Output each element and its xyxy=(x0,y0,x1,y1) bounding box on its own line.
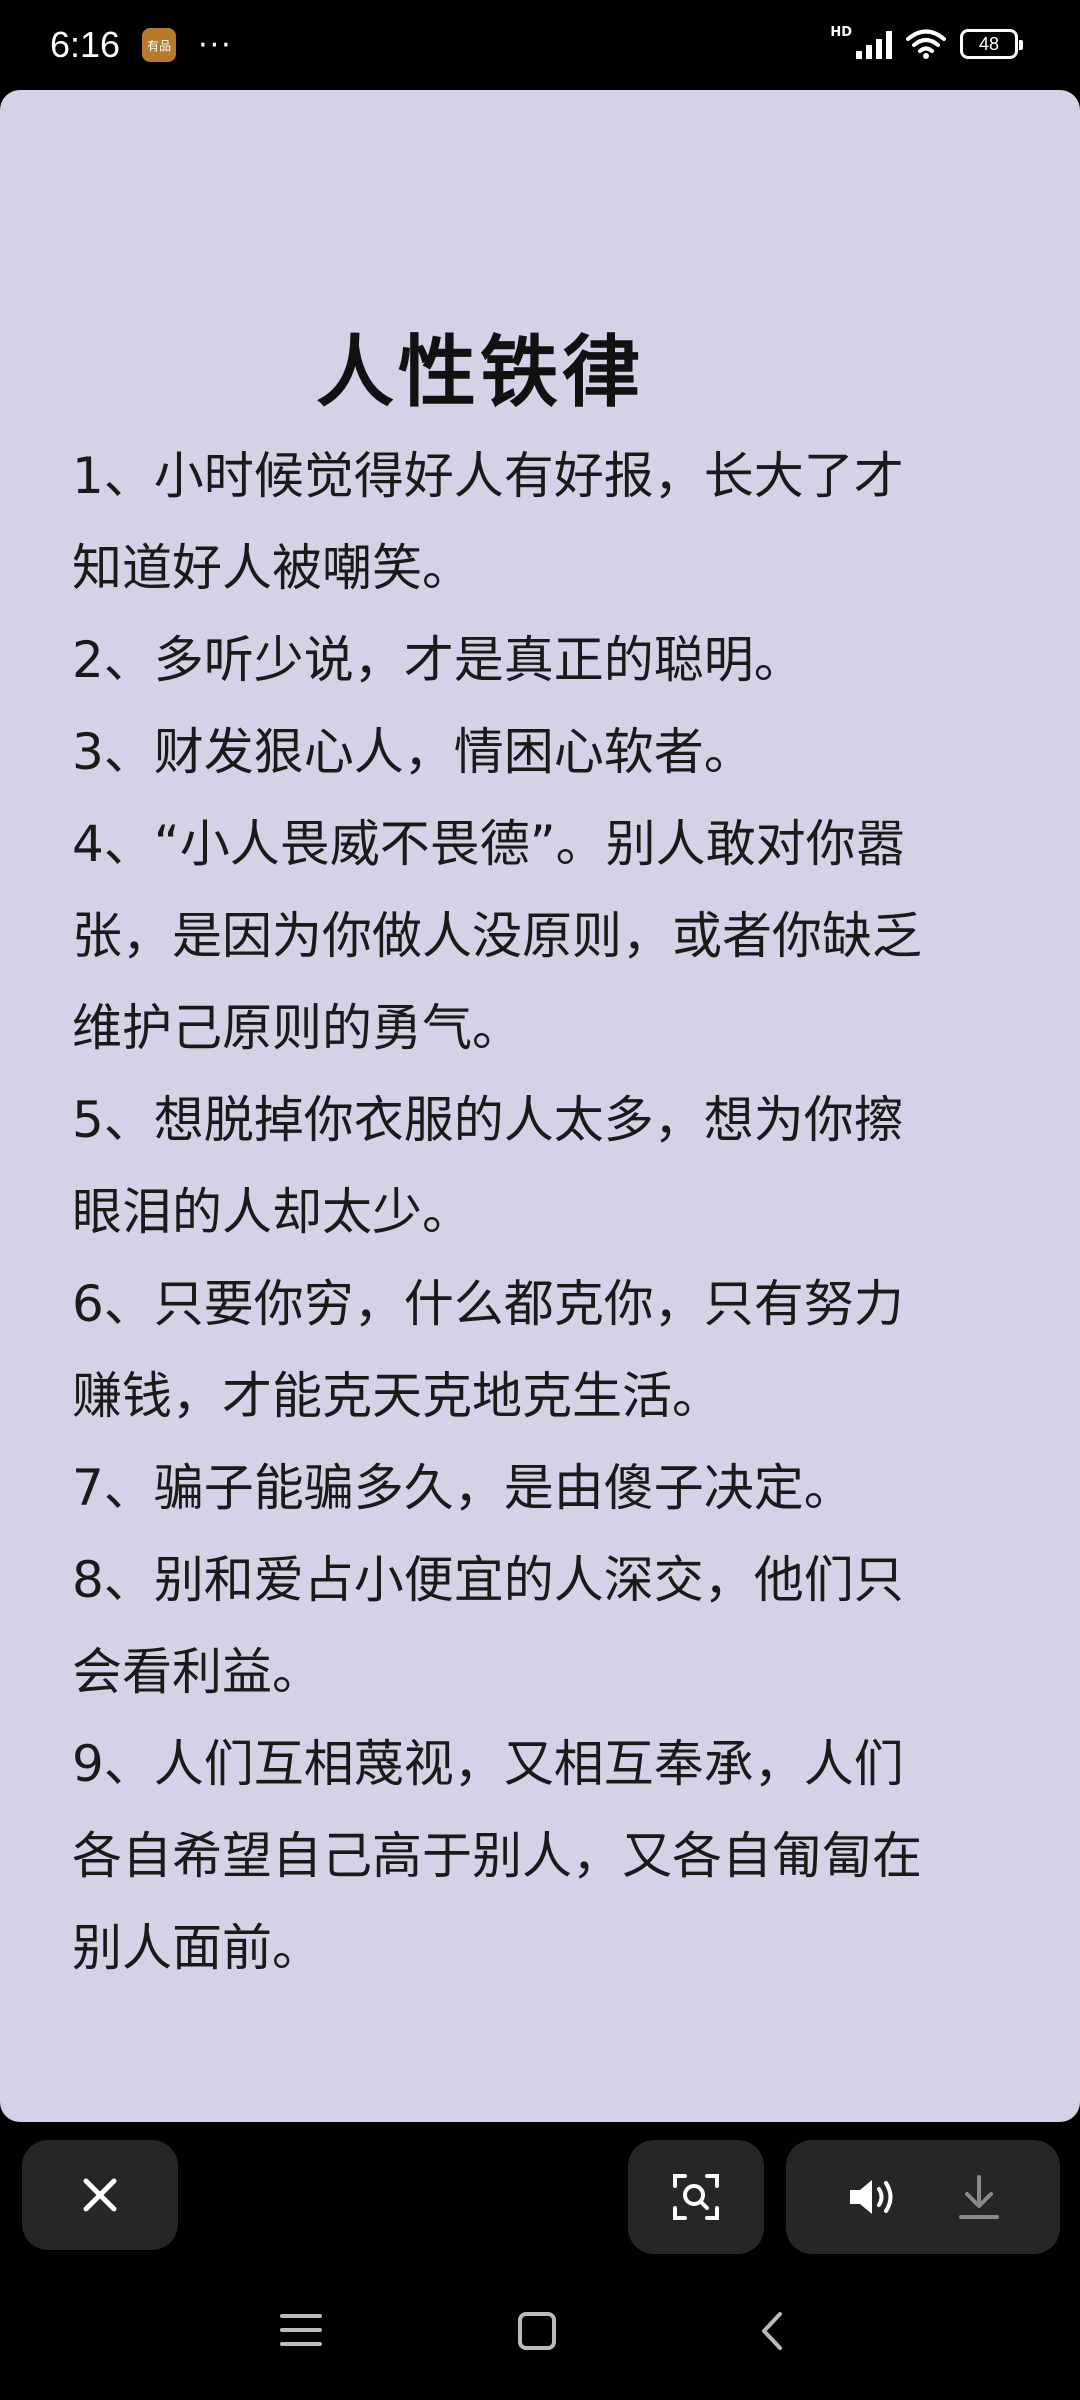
viewer-toolbar xyxy=(0,2140,1080,2260)
image-search-icon xyxy=(673,2174,719,2220)
battery-level: 48 xyxy=(978,33,1000,54)
close-icon xyxy=(83,2178,117,2212)
download-icon[interactable] xyxy=(957,2173,1001,2221)
article-line: 1、小时候觉得好人有好报，长大了才 xyxy=(72,447,904,505)
menu-button[interactable] xyxy=(278,2310,324,2350)
article-line: 8、别和爱占小便宜的人深交，他们只 xyxy=(72,1551,904,1609)
article-line: 别人面前。 xyxy=(72,1919,322,1977)
status-bar: 6:16 有品 ··· HD 48 xyxy=(0,0,1080,90)
back-icon xyxy=(762,2312,782,2350)
image-content[interactable]: 人性铁律 1、小时候觉得好人有好报，长大了才 知道好人被嘲笑。 2、多听少说，才… xyxy=(0,90,1080,2122)
home-button[interactable] xyxy=(516,2310,558,2352)
status-indicators: HD 48 xyxy=(830,24,1023,60)
article-line: 5、想脱掉你衣服的人太多，想为你擦 xyxy=(72,1091,904,1149)
status-time: 6:16 xyxy=(50,24,121,65)
article-line: 3、财发狠心人，情困心软者。 xyxy=(72,723,754,781)
close-button[interactable] xyxy=(22,2140,178,2250)
article-body: 1、小时候觉得好人有好报，长大了才 知道好人被嘲笑。 2、多听少说，才是真正的聪… xyxy=(72,430,1012,1994)
article-line: 会看利益。 xyxy=(72,1643,322,1701)
image-search-button[interactable] xyxy=(628,2140,764,2254)
signal-icon xyxy=(856,29,892,59)
app-badge-icon: 有品 xyxy=(142,28,177,62)
speaker-icon[interactable] xyxy=(846,2175,898,2219)
article-line: 6、只要你穷，什么都克你，只有努力 xyxy=(72,1275,904,1333)
article-line: 7、骗子能骗多久，是由傻子决定。 xyxy=(72,1459,854,1517)
navigation-bar xyxy=(0,2290,1080,2380)
more-notifications-icon: ··· xyxy=(198,27,233,63)
article-line: 2、多听少说，才是真正的聪明。 xyxy=(72,631,804,689)
wifi-icon xyxy=(906,29,946,59)
article-title: 人性铁律 xyxy=(315,328,644,418)
article-line: 知道好人被嘲笑。 xyxy=(72,539,472,597)
article-line: 维护己原则的勇气。 xyxy=(72,999,522,1057)
article-line: 9、人们互相蔑视，又相互奉承，人们 xyxy=(72,1735,904,1793)
article-line: 赚钱，才能克天克地克生活。 xyxy=(72,1367,722,1425)
article-line: 4、“小人畏威不畏德”。别人敢对你嚣 xyxy=(72,815,906,873)
menu-icon xyxy=(280,2314,322,2346)
home-icon xyxy=(518,2312,556,2350)
hd-label: HD xyxy=(830,24,852,40)
battery-icon: 48 xyxy=(960,29,1023,59)
article-line: 张，是因为你做人没原则，或者你缺乏 xyxy=(72,907,922,965)
back-button[interactable] xyxy=(756,2310,786,2352)
article-line: 各自希望自己高于别人，又各自匍匐在 xyxy=(72,1827,922,1885)
article-line: 眼泪的人却太少。 xyxy=(72,1183,472,1241)
media-actions xyxy=(786,2140,1060,2254)
